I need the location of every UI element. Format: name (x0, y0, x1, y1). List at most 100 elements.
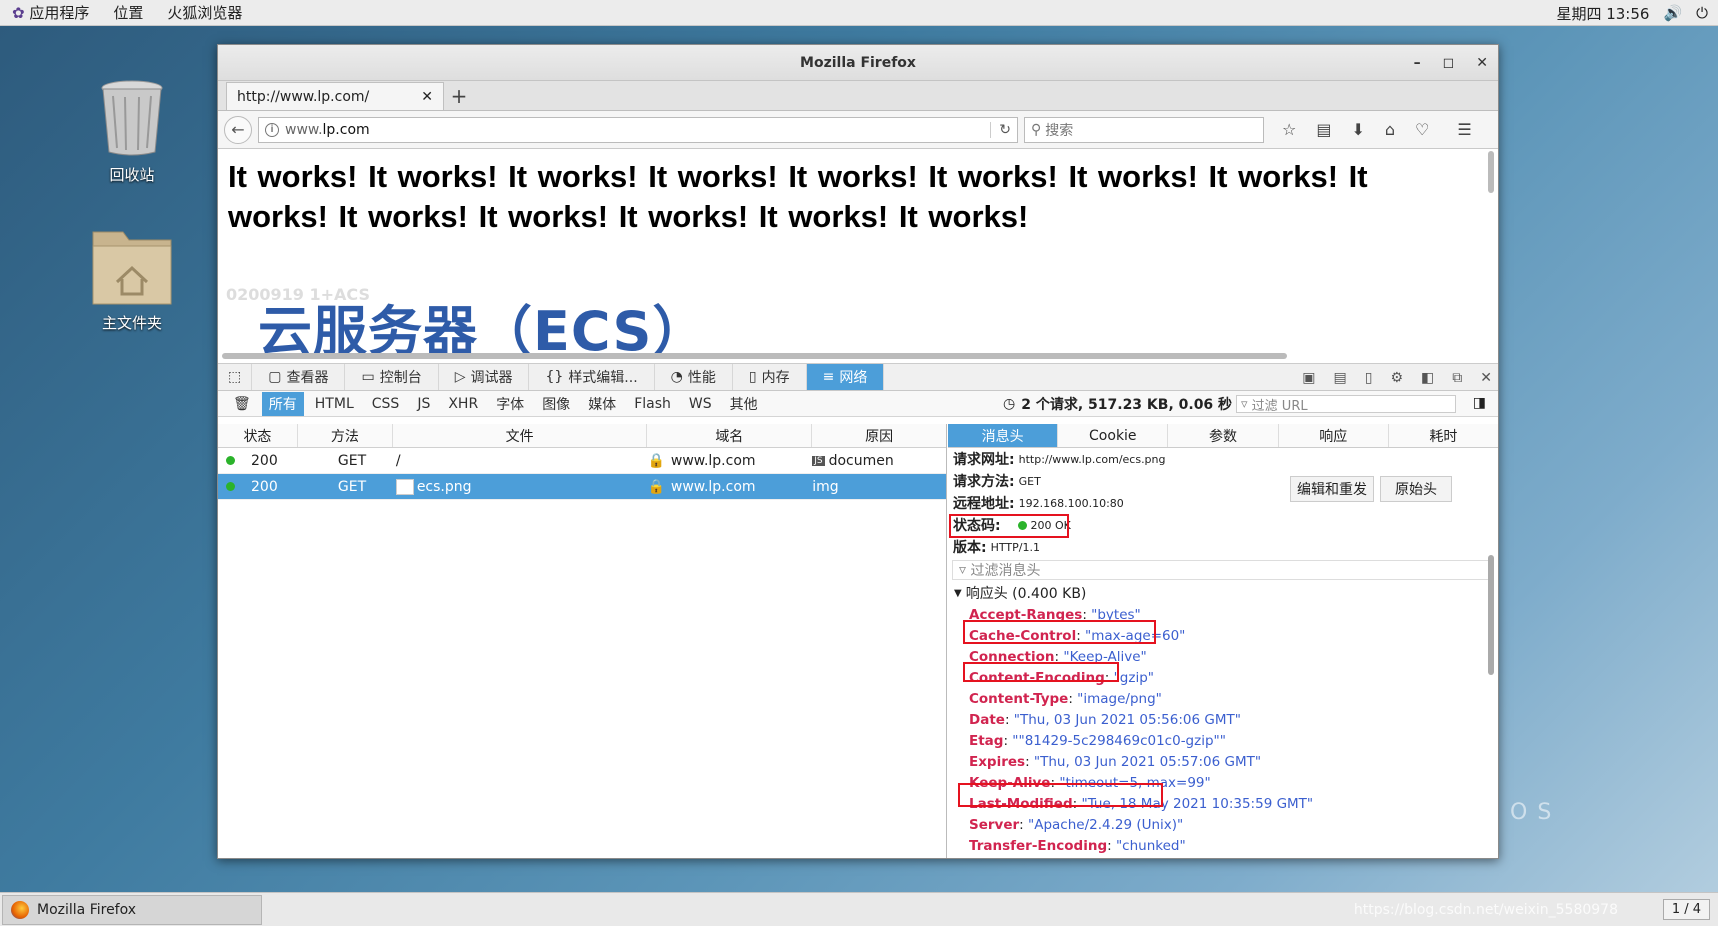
tab-response[interactable]: 响应 (1279, 424, 1389, 447)
toggle-sidebar-icon[interactable]: ◨ (1473, 395, 1486, 411)
url-filter-input[interactable]: ▿ 过滤 URL (1236, 395, 1456, 414)
home-icon[interactable]: ⌂ (1385, 120, 1395, 139)
status-ok-dot (226, 456, 235, 465)
col-status[interactable]: 状态 (218, 424, 298, 447)
window-titlebar[interactable]: Mozilla Firefox – ◻ ✕ (218, 45, 1498, 81)
workspace-pager[interactable]: 1 / 4 (1662, 899, 1710, 920)
filter-flash[interactable]: Flash (627, 394, 678, 414)
performance-analysis-icon[interactable]: ◷ (1003, 396, 1015, 412)
filter-js[interactable]: JS (410, 394, 437, 414)
nav-bar: ← i www.lp.com ↻ ⚲ 搜索 ☆ ▤ ⬇ ⌂ ♡ ☰ (218, 111, 1498, 149)
filter-xhr[interactable]: XHR (441, 394, 485, 414)
header-row: Expires: "Thu, 03 Jun 2021 05:57:06 GMT" (969, 753, 1262, 770)
filter-ws[interactable]: WS (682, 394, 719, 414)
element-picker-icon[interactable]: ⬚ (218, 364, 253, 390)
insecure-lock-icon: 🔒 (647, 478, 665, 495)
bookmark-star-icon[interactable]: ☆ (1282, 120, 1296, 139)
filter-funnel-icon: ▿ (1241, 396, 1248, 412)
tab-headers[interactable]: 消息头 (948, 424, 1059, 447)
edit-resend-button[interactable]: 编辑和重发 (1290, 476, 1374, 502)
filter-html[interactable]: HTML (308, 394, 361, 414)
download-icon[interactable]: ⬇ (1351, 120, 1364, 139)
col-file[interactable]: 文件 (393, 424, 648, 447)
table-row[interactable]: 200 GET / 🔒 www.lp.com JS documen (218, 448, 946, 474)
request-list: 状态 方法 文件 域名 原因 200 GET / 🔒 www.lp.com JS d… (218, 424, 947, 858)
tab-memory[interactable]: ▯ 内存 (733, 364, 807, 390)
gauge-icon: ◔ (670, 369, 683, 385)
home-folder-icon (92, 231, 172, 305)
settings-gear-icon[interactable]: ⚙ (1390, 370, 1403, 386)
centos-wallpaper-text: OS (1510, 800, 1562, 825)
responsive-design-icon[interactable]: ▯ (1365, 370, 1373, 386)
split-console-icon[interactable]: ▣ (1302, 370, 1315, 386)
filter-fonts[interactable]: 字体 (489, 392, 531, 416)
filter-css[interactable]: CSS (365, 394, 407, 414)
image-thumbnail-icon (395, 478, 414, 495)
col-domain[interactable]: 域名 (647, 424, 813, 447)
tab-cookies[interactable]: Cookie (1058, 424, 1169, 447)
pocket-icon[interactable]: ♡ (1415, 120, 1429, 139)
filter-other[interactable]: 其他 (723, 392, 765, 416)
clear-trash-icon[interactable]: 🗑 (226, 394, 258, 414)
raw-headers-button[interactable]: 原始头 (1380, 476, 1452, 502)
filter-images[interactable]: 图像 (535, 392, 577, 416)
vertical-scrollbar[interactable] (1488, 151, 1494, 193)
apps-menu[interactable]: ✿ 应用程序 (0, 2, 101, 23)
url-bar[interactable]: i www.lp.com ↻ (258, 116, 1018, 143)
search-box[interactable]: ⚲ 搜索 (1024, 116, 1264, 143)
network-icon: ≡ (822, 369, 835, 385)
page-content: It works! It works! It works! It works! … (218, 149, 1498, 364)
tab-performance[interactable]: ◔ 性能 (655, 364, 733, 390)
response-headers-section[interactable]: ▼ 响应头 (0.400 KB) (948, 582, 1498, 604)
new-tab-button[interactable]: + (444, 82, 474, 110)
browser-tab[interactable]: http://www.lp.com/ ✕ (226, 82, 444, 110)
clock[interactable]: 星期四 13:56 (1556, 3, 1649, 24)
highlight-cache-control (963, 620, 1156, 644)
tab-close-icon[interactable]: ✕ (421, 89, 433, 105)
taskbar: Mozilla Firefox https://blog.csdn.net/we… (0, 892, 1718, 926)
tab-style-editor[interactable]: {} 样式编辑... (529, 364, 655, 390)
minimize-button[interactable]: – (1414, 55, 1421, 71)
request-url-row: 请求网址: http://www.lp.com/ecs.png (953, 452, 1166, 468)
desktop-home-folder[interactable]: 主文件夹 (72, 222, 192, 333)
details-scrollbar[interactable] (1488, 555, 1494, 675)
request-summary: ◷ 2 个请求, 517.23 KB, 0.06 秒 (1003, 396, 1233, 413)
col-method[interactable]: 方法 (298, 424, 393, 447)
taskbar-item-firefox[interactable]: Mozilla Firefox (2, 895, 262, 925)
reload-icon[interactable]: ↻ (990, 121, 1011, 138)
desktop-trash[interactable]: 回收站 (72, 80, 192, 185)
console-icon: ▭ (361, 369, 375, 385)
highlight-status-code (949, 514, 1069, 538)
devtools-close-icon[interactable]: ✕ (1480, 370, 1492, 386)
devtools-tabs: ⬚ ▢ 查看器 ▭ 控制台 ▷ 调试器 {} 样式编辑... ◔ 性能 ▯ 内存 ≡ 网络 ▣… (218, 364, 1498, 391)
maximize-button[interactable]: ◻ (1443, 55, 1455, 71)
dock-side-icon[interactable]: ◧ (1421, 370, 1434, 386)
col-cause[interactable]: 原因 (812, 424, 946, 447)
places-menu[interactable]: 位置 (101, 2, 155, 23)
close-button[interactable]: ✕ (1476, 55, 1488, 71)
tab-inspector[interactable]: ▢ 查看器 (252, 364, 346, 390)
info-icon[interactable]: i (265, 122, 279, 137)
volume-icon[interactable]: 🔊 (1663, 4, 1682, 22)
power-icon[interactable]: ⏻ (1696, 4, 1708, 22)
library-icon[interactable]: ▤ (1316, 120, 1331, 139)
header-filter-input[interactable]: ▿ 过滤消息头 (952, 560, 1494, 580)
filter-all[interactable]: 所有 (261, 391, 304, 416)
undock-icon[interactable]: ⧉ (1452, 370, 1462, 386)
table-row[interactable]: 200 GET ecs.png 🔒 www.lp.com img (218, 474, 946, 500)
scratchpad-icon[interactable]: ▤ (1334, 370, 1347, 386)
header-row: Etag: ""81429-5c298469c01c0-gzip"" (969, 732, 1226, 749)
watermark-text: https://blog.csdn.net/weixin_5580978 (1353, 902, 1618, 918)
back-button[interactable]: ← (224, 115, 252, 144)
triangle-down-icon: ▼ (954, 587, 962, 599)
tab-timings[interactable]: 耗时 (1389, 424, 1498, 447)
tab-console[interactable]: ▭ 控制台 (345, 364, 439, 390)
system-top-bar: ✿ 应用程序 位置 火狐浏览器 星期四 13:56 🔊 ⏻ (0, 0, 1718, 26)
hamburger-menu-icon[interactable]: ☰ (1457, 120, 1471, 139)
tab-debugger[interactable]: ▷ 调试器 (439, 364, 530, 390)
horizontal-scrollbar[interactable] (222, 353, 1287, 359)
browser-menu[interactable]: 火狐浏览器 (155, 2, 254, 23)
tab-network[interactable]: ≡ 网络 (806, 364, 885, 390)
tab-params[interactable]: 参数 (1168, 424, 1279, 447)
filter-media[interactable]: 媒体 (581, 392, 623, 416)
